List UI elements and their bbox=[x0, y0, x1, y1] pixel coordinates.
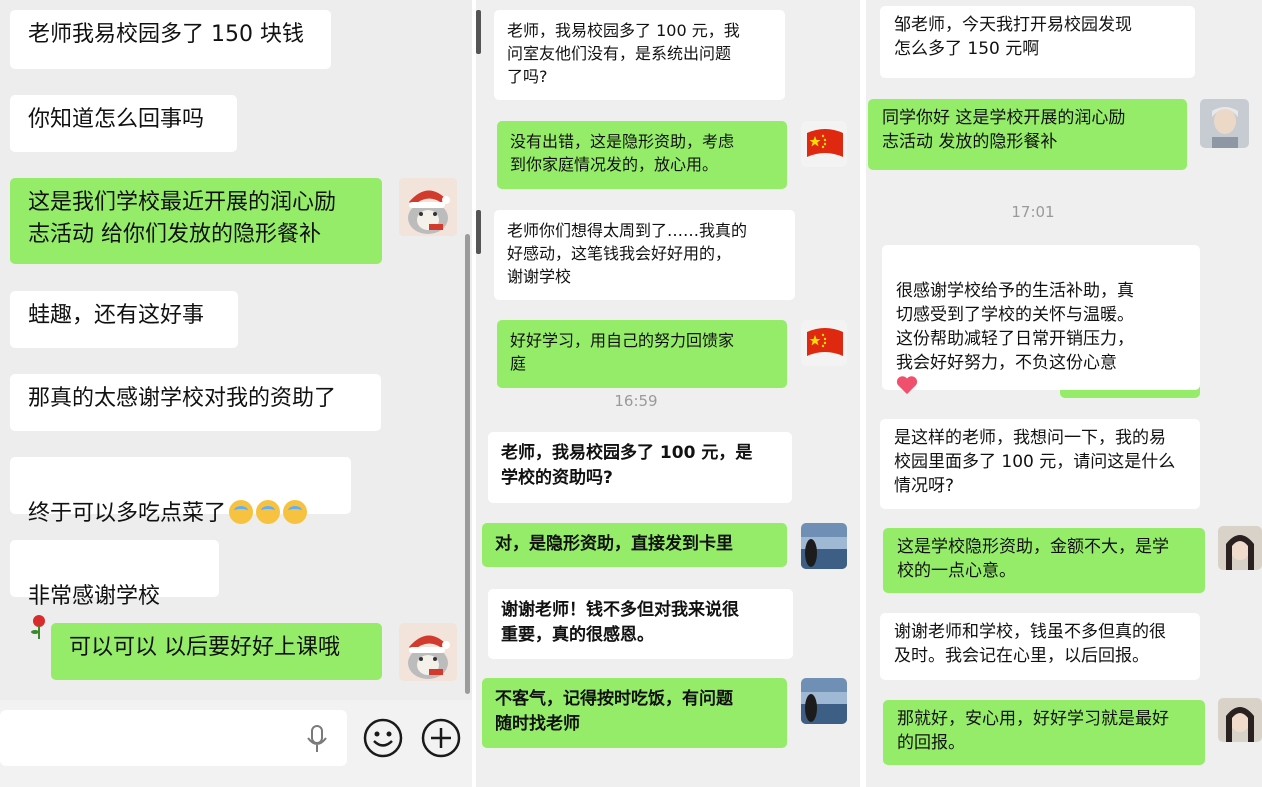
message-bubble[interactable]: 老师你们想得太周到了……我真的 好感动，这笔钱我会好好用的， 谢谢学校 bbox=[494, 210, 795, 300]
message-bubble[interactable]: 是这样的老师，我想问一下，我的易 校园里面多了 100 元，请问这是什么 情况呀… bbox=[880, 419, 1200, 509]
message-bubble[interactable]: 你知道怎么回事吗 bbox=[10, 95, 237, 152]
message-bubble[interactable]: 很感谢学校给予的生活补助，真 切感受到了学校的关怀与温暖。 这份帮助减轻了日常开… bbox=[882, 245, 1200, 443]
avatar[interactable] bbox=[1218, 698, 1262, 742]
input-bar bbox=[0, 700, 472, 787]
message-bubble[interactable]: 谢谢老师！钱不多但对我来说很 重要，真的很感恩。 bbox=[488, 589, 793, 659]
message-bubble[interactable]: 蛙趣，还有这好事 bbox=[10, 291, 238, 348]
profile-photo-icon bbox=[1200, 99, 1249, 148]
avatar[interactable] bbox=[1218, 526, 1262, 570]
message-text: 终于可以多吃点菜了 bbox=[28, 501, 227, 526]
message-bubble[interactable]: 好好学习，用自己的努力回馈家 庭 bbox=[497, 320, 787, 388]
heart-icon bbox=[896, 376, 918, 395]
avatar[interactable] bbox=[801, 523, 847, 569]
china-flag-icon bbox=[801, 121, 847, 167]
emoji-icon[interactable] bbox=[362, 717, 404, 759]
message-bubble[interactable]: 老师，我易校园多了 100 元，是 学校的资助吗? bbox=[488, 432, 792, 503]
santa-hamster-icon bbox=[399, 623, 457, 681]
message-bubble[interactable]: 同学你好 这是学校开展的润心励 志活动 发放的隐形餐补 bbox=[868, 99, 1187, 170]
plus-icon[interactable] bbox=[420, 717, 462, 759]
message-bubble[interactable]: 不客气，记得按时吃饭，有问题 随时找老师 bbox=[482, 678, 787, 748]
timestamp: 17:01 bbox=[1011, 203, 1055, 221]
message-bubble[interactable]: 这是我们学校最近开展的润心励 志活动 给你们发放的隐形餐补 bbox=[10, 178, 382, 264]
avatar[interactable] bbox=[399, 623, 457, 681]
message-bubble[interactable]: 可以可以 以后要好好上课哦 bbox=[51, 623, 382, 680]
message-bubble[interactable]: 没有出错，这是隐形资助，考虑 到你家庭情况发的，放心用。 bbox=[497, 121, 787, 189]
chat-panel-2: 老师，我易校园多了 100 元，我 问室友他们没有，是系统出问题 了吗? 没有出… bbox=[476, 0, 860, 787]
message-text: 很感谢学校给予的生活补助，真 切感受到了学校的关怀与温暖。 这份帮助减轻了日常开… bbox=[896, 281, 1134, 373]
left-edge-marker bbox=[476, 210, 481, 254]
message-bubble[interactable]: 那真的太感谢学校对我的资助了 bbox=[10, 374, 381, 431]
message-bubble[interactable]: 邹老师，今天我打开易校园发现 怎么多了 150 元啊 bbox=[880, 6, 1195, 78]
message-bubble[interactable]: 老师我易校园多了 150 块钱 bbox=[10, 10, 331, 69]
avatar[interactable] bbox=[1200, 99, 1249, 148]
crying-face-icon bbox=[283, 500, 308, 524]
avatar[interactable] bbox=[801, 320, 847, 366]
seaside-photo-icon bbox=[801, 678, 847, 724]
microphone-icon[interactable] bbox=[306, 724, 328, 754]
message-bubble[interactable]: 老师，我易校园多了 100 元，我 问室友他们没有，是系统出问题 了吗? bbox=[494, 10, 785, 100]
scrollbar[interactable] bbox=[465, 234, 470, 694]
avatar[interactable] bbox=[801, 678, 847, 724]
crying-face-icon bbox=[256, 500, 281, 524]
china-flag-icon bbox=[801, 320, 847, 366]
profile-photo-icon bbox=[1218, 526, 1262, 570]
avatar[interactable] bbox=[399, 178, 457, 236]
message-input[interactable] bbox=[0, 710, 347, 766]
chat-panel-3: 邹老师，今天我打开易校园发现 怎么多了 150 元啊 同学你好 这是学校开展的润… bbox=[866, 0, 1262, 787]
avatar[interactable] bbox=[801, 121, 847, 167]
rose-icon bbox=[31, 615, 45, 639]
left-edge-marker bbox=[476, 10, 481, 54]
santa-hamster-icon bbox=[399, 178, 457, 236]
message-bubble[interactable]: 非常感谢学校 bbox=[10, 540, 219, 639]
message-bubble[interactable]: 对，是隐形资助，直接发到卡里 bbox=[482, 523, 787, 567]
crying-face-icon bbox=[229, 500, 254, 524]
message-bubble[interactable]: 那就好，安心用，好好学习就是最好 的回报。 bbox=[883, 700, 1205, 765]
message-bubble[interactable]: 谢谢老师和学校，钱虽不多但真的很 及时。我会记在心里，以后回报。 bbox=[880, 613, 1200, 680]
message-text: 非常感谢学校 bbox=[28, 584, 161, 609]
profile-photo-icon bbox=[1218, 698, 1262, 742]
message-bubble[interactable]: 终于可以多吃点菜了 bbox=[10, 457, 351, 526]
chat-panel-1: 老师我易校园多了 150 块钱 你知道怎么回事吗 这是我们学校最近开展的润心励 … bbox=[0, 0, 472, 787]
seaside-photo-icon bbox=[801, 523, 847, 569]
timestamp: 16:59 bbox=[614, 392, 658, 410]
message-bubble[interactable]: 这是学校隐形资助，金额不大，是学 校的一点心意。 bbox=[883, 528, 1205, 593]
